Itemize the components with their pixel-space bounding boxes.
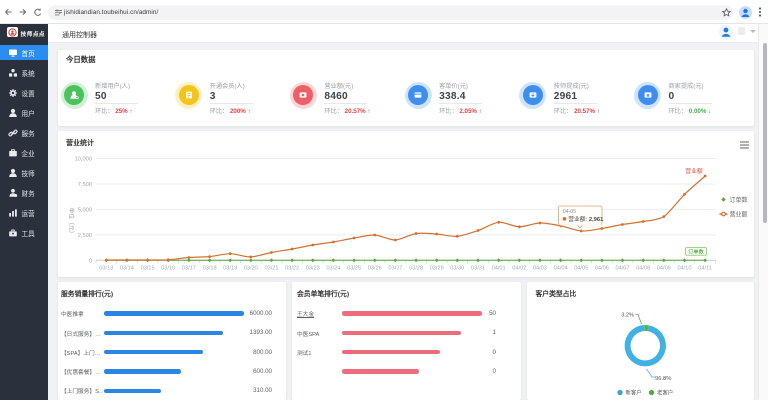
svg-text:新客户: 新客户 (626, 389, 642, 397)
svg-text:96.8%: 96.8% (655, 376, 671, 382)
svg-text:3.2%: 3.2% (621, 313, 634, 319)
svg-text:老客户: 老客户 (657, 389, 673, 397)
